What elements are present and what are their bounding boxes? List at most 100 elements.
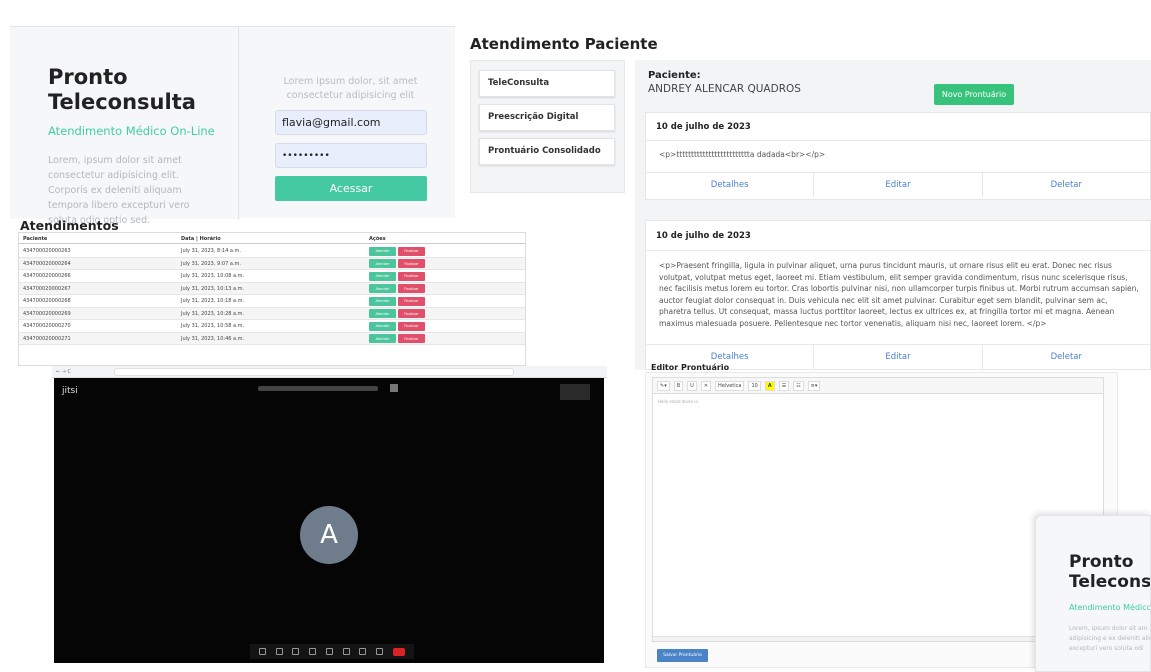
record-divider — [646, 250, 1150, 251]
browser-address-bar: ← → C — [52, 366, 607, 378]
table-row: 434700020000267 July 31, 2023, 10:13 a.m.… — [19, 282, 525, 295]
app-title: Pronto Teleconsulta — [48, 65, 196, 114]
finish-button[interactable]: Finalizar — [398, 321, 425, 331]
new-record-button[interactable]: Novo Prontuário — [934, 84, 1014, 105]
jitsi-logo: jitsi — [62, 386, 78, 396]
login-panel: Pronto Teleconsulta Atendimento Médico O… — [10, 26, 455, 226]
cell-data-horario: July 31, 2023, 10:28 a.m. — [181, 310, 245, 317]
save-record-button[interactable]: Salvar Prontuário — [657, 649, 708, 662]
attend-button[interactable]: Atender — [369, 259, 396, 268]
column-header-paciente: Paciente — [23, 236, 48, 242]
cell-data-horario: July 31, 2023, 10:08 a.m. — [181, 273, 245, 279]
camera-icon[interactable] — [275, 648, 283, 655]
unordered-list-icon[interactable]: ☰ — [778, 380, 790, 391]
ordered-list-icon[interactable]: ☷ — [793, 380, 804, 391]
cell-paciente: 434700020000268 — [23, 298, 71, 304]
finish-button[interactable]: Finalizar — [398, 271, 425, 281]
record-date: 10 de julho de 2023 — [656, 231, 751, 241]
font-size-select[interactable]: 10 — [748, 380, 761, 391]
table-row: 434700020000269 July 31, 2023, 10:28 a.m.… — [19, 307, 525, 320]
attend-button[interactable]: Atender — [369, 309, 396, 318]
cell-data-horario: July 31, 2023, 10:58 a.m. — [181, 323, 245, 329]
record-actions: Detalhes Editar Deletar — [646, 173, 1150, 197]
nav-prescricao-digital[interactable]: Preescrição Digital — [479, 104, 615, 131]
password-field[interactable]: ••••••••• — [275, 143, 427, 168]
finish-button[interactable]: Finalizar — [398, 309, 425, 318]
cell-data-horario: July 31, 2023, 9:07 a.m. — [181, 260, 241, 267]
finish-button[interactable]: Finalizar — [398, 296, 425, 306]
nav-teleconsulta[interactable]: TeleConsulta — [479, 70, 615, 97]
url-field[interactable] — [114, 368, 514, 376]
column-header-acoes: Ações — [369, 236, 386, 242]
cell-paciente: 434700020000271 — [23, 335, 71, 342]
underline-button[interactable]: U — [687, 380, 697, 391]
record-divider — [646, 140, 1150, 141]
hang-up-button[interactable] — [393, 647, 405, 656]
editor-toolbar: ✎▾ B U ✕ Helvetica 10 A ☰ ☷ ≡▾ — [653, 378, 1103, 394]
attend-button[interactable]: Atender — [369, 296, 396, 306]
participants-icon[interactable] — [342, 648, 350, 655]
bold-button[interactable]: B — [673, 380, 684, 391]
finish-button[interactable]: Finalizar — [398, 284, 425, 293]
cell-paciente: 434700020000269 — [23, 310, 71, 317]
font-family-select[interactable]: Helvetica — [715, 380, 745, 391]
text-color-icon[interactable]: A — [764, 380, 775, 391]
table-header-row: Paciente Data | Horário Ações — [19, 233, 525, 244]
record-content: <p>Praesent fringilla, ligula in pulvina… — [659, 261, 1139, 328]
delete-link[interactable]: Deletar — [983, 173, 1150, 197]
attend-button[interactable]: Atender — [369, 321, 396, 331]
app-description: Lorem, ipsum dolor sit amet consectetur … — [48, 155, 190, 226]
login-intro-text: Lorem ipsum dolor, sit amet consectetur … — [283, 76, 418, 101]
preview-app-subtitle: Atendimento Médico — [1069, 603, 1151, 612]
cell-paciente: 434700020000266 — [23, 273, 71, 279]
preview-app-description: Lorem, ipsum dolor sit am consectetur ad… — [1069, 625, 1150, 652]
paragraph-icon[interactable]: ≡▾ — [807, 380, 821, 391]
atendimentos-table: Paciente Data | Horário Ações 4347000200… — [18, 232, 526, 366]
self-view-thumbnail[interactable] — [560, 384, 590, 400]
tile-view-icon[interactable] — [359, 648, 367, 655]
attend-button[interactable]: Atender — [369, 246, 396, 256]
cell-paciente: 434700020000263 — [23, 248, 71, 254]
finish-button[interactable]: Finalizar — [398, 246, 425, 256]
cell-paciente: 434700020000267 — [23, 285, 71, 292]
edit-link[interactable]: Editar — [814, 173, 983, 197]
atendimento-nav: TeleConsulta Preescrição Digital Prontuá… — [470, 60, 625, 193]
screen-share-icon[interactable] — [292, 648, 300, 655]
raise-hand-icon[interactable] — [325, 648, 333, 655]
cell-data-horario: July 31, 2023, 8:14 a.m. — [181, 248, 241, 254]
cell-paciente: 434700020000264 — [23, 260, 71, 267]
jitsi-toolbar — [250, 644, 414, 659]
more-options-icon[interactable] — [376, 648, 384, 655]
patient-label: Paciente: — [648, 70, 701, 81]
attend-button[interactable]: Atender — [369, 334, 396, 343]
record-card: 10 de julho de 2023 <p>ttttttttttttttttt… — [645, 112, 1151, 200]
app-subtitle: Atendimento Médico On-Line — [48, 124, 215, 138]
patient-name: ANDREY ALENCAR QUADROS — [648, 83, 801, 95]
login-divider — [238, 27, 239, 219]
attend-button[interactable]: Atender — [369, 271, 396, 281]
finish-button[interactable]: Finalizar — [398, 259, 425, 268]
edit-link[interactable]: Editar — [814, 345, 983, 369]
login-brand-column: Pronto Teleconsulta Atendimento Médico O… — [10, 27, 240, 226]
participant-avatar: A — [300, 506, 358, 564]
chat-icon[interactable] — [309, 648, 317, 655]
atendimento-paciente-title: Atendimento Paciente — [470, 35, 658, 53]
email-field[interactable]: flavia@gmail.com — [275, 110, 427, 135]
record-content: <p>ttttttttttttttttttttttttta dadada<br>… — [659, 150, 826, 159]
jitsi-video-call: jitsi A — [54, 378, 604, 663]
details-link[interactable]: Detalhes — [646, 173, 815, 197]
finish-button[interactable]: Finalizar — [398, 334, 425, 343]
record-date: 10 de julho de 2023 — [656, 122, 751, 132]
nav-prontuario-consolidado[interactable]: Prontuário Consolidado — [479, 138, 615, 165]
column-header-data: Data | Horário — [181, 236, 221, 242]
magic-wand-icon[interactable]: ✎▾ — [657, 380, 670, 391]
login-submit-button[interactable]: Acessar — [275, 176, 427, 201]
clear-format-icon[interactable]: ✕ — [700, 380, 712, 391]
cell-paciente: 434700020000270 — [23, 323, 71, 329]
attend-button[interactable]: Atender — [369, 284, 396, 293]
microphone-icon[interactable] — [258, 648, 266, 655]
atendimentos-title: Atendimentos — [20, 218, 119, 233]
browser-nav-icons[interactable]: ← → C — [56, 369, 96, 375]
delete-link[interactable]: Deletar — [983, 345, 1150, 369]
cell-data-horario: July 31, 2023, 10:46 a.m. — [181, 335, 245, 342]
